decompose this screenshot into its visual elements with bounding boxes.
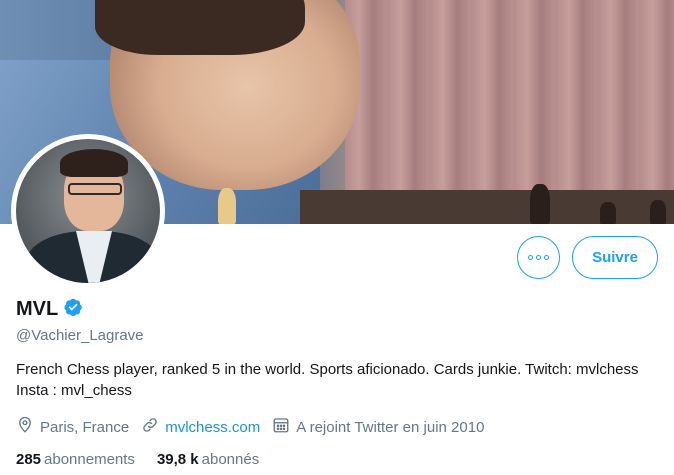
- followers-count: 39,8 k: [156, 451, 199, 468]
- following-label: abonnements: [44, 451, 135, 468]
- link-icon: [141, 416, 165, 438]
- follow-button[interactable]: Suivre: [572, 236, 658, 279]
- following-stat[interactable]: 285 abonnements: [16, 451, 135, 468]
- verified-badge-icon: [63, 297, 83, 322]
- avatar-hair: [60, 149, 128, 177]
- following-count: 285: [16, 451, 42, 468]
- more-options-icon: [528, 255, 549, 260]
- profile-bio: French Chess player, ranked 5 in the wor…: [16, 361, 639, 399]
- banner-chessboard: [218, 184, 674, 224]
- followers-label: abonnés: [201, 451, 260, 468]
- chess-piece: [650, 200, 666, 224]
- chess-piece: [218, 188, 236, 224]
- banner-hair: [95, 0, 305, 55]
- profile-meta: Paris, France mvlchess.com A rejoint Twi…: [16, 416, 496, 438]
- location-item: Paris, France: [16, 416, 129, 438]
- website-link[interactable]: mvlchess.com: [165, 419, 260, 436]
- profile-handle: @Vachier_Lagrave: [16, 327, 144, 344]
- chess-piece: [530, 184, 550, 224]
- joined-text: A rejoint Twitter en juin 2010: [296, 418, 485, 436]
- profile-name-row: MVL: [16, 297, 83, 322]
- profile-stats: 285 abonnements 39,8 k abonnés: [16, 451, 281, 468]
- location-pin-icon: [16, 416, 40, 438]
- website-item: mvlchess.com: [141, 416, 260, 438]
- avatar-glasses: [68, 183, 122, 195]
- avatar[interactable]: [11, 134, 165, 288]
- calendar-icon: [272, 416, 296, 438]
- chess-piece: [600, 202, 616, 224]
- profile-name: MVL: [16, 298, 59, 320]
- more-options-button[interactable]: [517, 236, 560, 279]
- joined-item: A rejoint Twitter en juin 2010: [272, 416, 484, 438]
- followers-stat[interactable]: 39,8 k abonnés: [157, 451, 259, 468]
- location-text: Paris, France: [40, 418, 130, 436]
